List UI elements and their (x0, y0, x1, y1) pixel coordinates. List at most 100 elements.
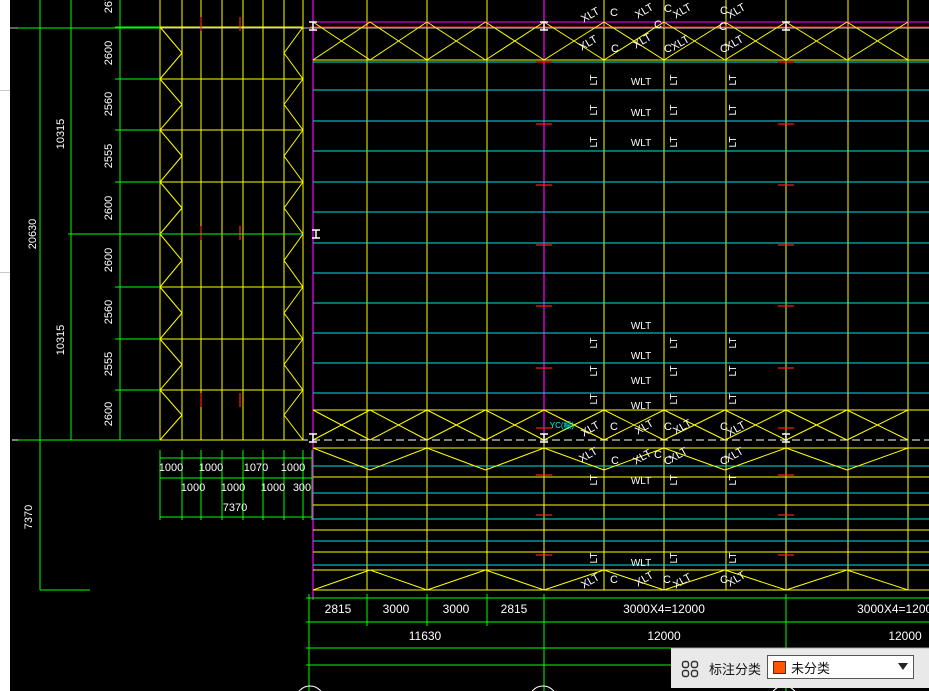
member-label-yc: YC(檩) (550, 420, 575, 430)
member-label-c: C (654, 19, 662, 31)
wall-bracing (159, 78, 183, 105)
member-label-wlt: WLT (631, 376, 651, 387)
wall-bracing (283, 286, 304, 314)
wall-bracing (283, 260, 304, 288)
wall-bracing (159, 364, 183, 391)
member-label-c: C (720, 421, 728, 433)
member-label-wlt: WLT (631, 401, 651, 412)
member-label-lt: LT (589, 394, 600, 405)
member-label-xlt: XLT (631, 447, 654, 467)
member-label-lt: LT (728, 553, 739, 564)
member-label-c: C (719, 21, 727, 33)
member-label-c: C (654, 449, 662, 461)
chevron-down-icon[interactable] (898, 663, 908, 670)
member-label-lt: LT (728, 338, 739, 349)
row-dimension-text: 2600 (103, 41, 115, 65)
wall-bracing (283, 207, 304, 235)
member-label-c: C (664, 3, 672, 15)
wall-bracing (283, 338, 304, 365)
bay-dimension-text: 3000 (383, 602, 410, 616)
row-dimension-text: 2560 (103, 92, 115, 116)
small-bay-dim-total: 7370 (223, 502, 247, 514)
member-label-c: C (611, 43, 619, 55)
bay-dimension-text: 2815 (325, 602, 352, 616)
row-dimension-text: 267 (103, 0, 115, 13)
member-label-lt: LT (589, 75, 600, 86)
small-bay-dim-top: 1000 (281, 462, 305, 474)
member-label-lt: LT (669, 553, 680, 564)
left-edge-strip (0, 0, 10, 691)
wall-bracing (283, 414, 304, 441)
bracing-line (426, 447, 486, 471)
member-label-lt: LT (728, 394, 739, 405)
bay-total-text: 11630 (409, 629, 442, 643)
member-label-c: C (663, 574, 671, 586)
wall-bracing (283, 104, 304, 131)
member-label-c: C (664, 43, 672, 55)
member-label-c: C (720, 455, 728, 467)
member-label-xlt: XLT (725, 569, 748, 589)
wall-bracing (159, 26, 183, 54)
bay-dimension-text: 3000X4=12000 (623, 602, 705, 616)
annotation-category-select[interactable]: 未分类 (767, 655, 914, 679)
member-label-c: C (610, 421, 618, 433)
cad-drawing-canvas[interactable]: 20630 10315 10315 7370 267 2600 2560 2555 2600 26… (0, 0, 929, 691)
small-bay-dim-top: 1000 (199, 462, 223, 474)
bay-dimension-text: 3000X4=12000 (857, 602, 929, 616)
dimension-text-bottom: 7370 (23, 505, 35, 529)
small-bay-dim-top: 1000 (159, 462, 183, 474)
annotation-category-panel: 标注分类 未分类 (671, 648, 929, 688)
row-dimension-text: 2555 (103, 352, 115, 376)
row-dimension-text: 2600 (103, 196, 115, 220)
strip-divider (0, 272, 10, 273)
member-label-lt: LT (728, 75, 739, 86)
member-label-lt: LT (728, 137, 739, 148)
bracing-line (785, 569, 848, 591)
row-dimension-text: 2600 (103, 402, 115, 426)
member-label-xlt: XLT (579, 571, 602, 591)
dimension-text-total: 20630 (27, 219, 39, 250)
member-label-c: C (610, 574, 618, 586)
strip-divider (0, 90, 10, 91)
wall-bracing (159, 389, 183, 416)
member-label-lt: LT (728, 366, 739, 377)
small-bay-dim-bottom: 1000 (261, 482, 285, 494)
wall-bracing (283, 233, 304, 261)
wall-bracing (283, 181, 304, 209)
member-label-c: C (610, 7, 618, 19)
dimension-text-lower: 10315 (55, 325, 67, 356)
wall-bracing (159, 338, 183, 365)
wall-bracing (159, 260, 183, 288)
wall-bracing (159, 52, 183, 80)
row-dimension-text: 2560 (103, 300, 115, 324)
member-label-c: C (720, 574, 728, 586)
annotation-category-value: 未分类 (791, 660, 831, 676)
wall-bracing (159, 312, 183, 340)
member-label-xlt: XLT (725, 419, 748, 439)
dimension-text-upper: 10315 (55, 119, 67, 150)
member-label-c: C (720, 5, 728, 17)
member-label-c: C (611, 455, 619, 467)
member-label-lt: LT (589, 553, 600, 564)
grid-category-icon[interactable] (679, 658, 701, 680)
member-label-lt: LT (589, 475, 600, 486)
member-label-xlt: XLT (671, 417, 694, 437)
bay-dimension-text: 3000 (443, 602, 470, 616)
member-label-xlt: XLT (669, 33, 692, 53)
wall-bracing (159, 155, 183, 183)
wall-bracing (283, 26, 304, 54)
grid-bubble (531, 685, 555, 691)
wall-bracing (159, 181, 183, 209)
member-label-lt: LT (669, 105, 680, 116)
bracing-line (485, 447, 545, 471)
wall-bracing (283, 389, 304, 416)
wall-bracing (159, 207, 183, 235)
member-label-wlt: WLT (631, 77, 651, 88)
member-label-wlt: WLT (631, 558, 651, 569)
member-label-lt: LT (669, 137, 680, 148)
bracing-line (846, 447, 909, 471)
member-label-lt: LT (728, 475, 739, 486)
small-bay-dim-bottom: 300 (293, 482, 311, 494)
member-label-xlt: XLT (725, 1, 748, 21)
member-label-xlt: XLT (671, 1, 694, 21)
